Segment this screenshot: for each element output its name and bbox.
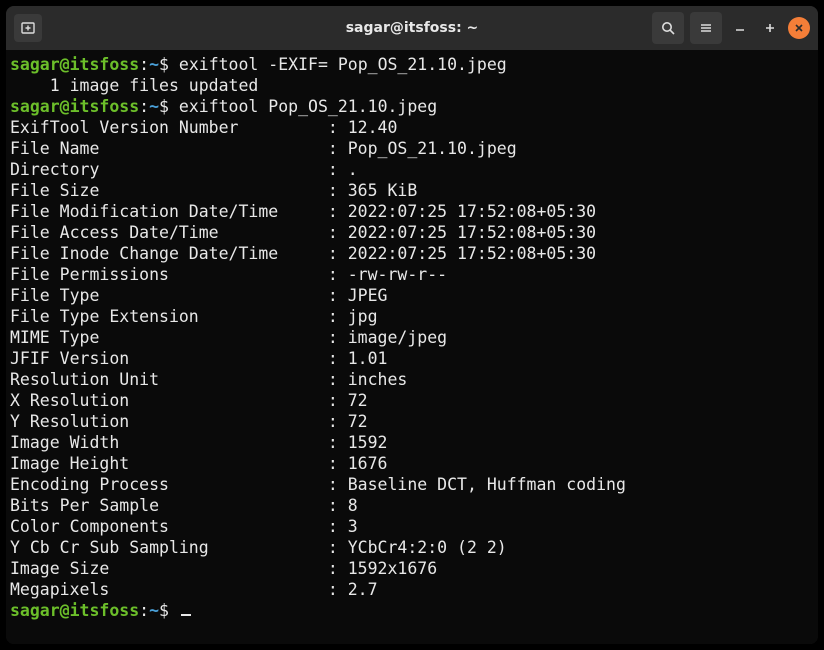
command-2: exiftool Pop_OS_21.10.jpeg (179, 97, 437, 116)
right-controls (652, 12, 810, 44)
prompt-colon: : (139, 97, 149, 116)
exif-field-line: Y Resolution : 72 (10, 411, 814, 432)
maximize-button[interactable] (758, 16, 782, 40)
search-icon (660, 20, 676, 36)
exif-field-line: File Type : JPEG (10, 285, 814, 306)
exif-output: ExifTool Version Number : 12.40File Name… (10, 117, 814, 600)
command-1-output: 1 image files updated (10, 75, 814, 96)
exif-field-line: File Modification Date/Time : 2022:07:25… (10, 201, 814, 222)
exif-field-line: Image Size : 1592x1676 (10, 558, 814, 579)
exif-field-line: Color Components : 3 (10, 516, 814, 537)
prompt-user: sagar@itsfoss (10, 97, 139, 116)
exif-field-line: JFIF Version : 1.01 (10, 348, 814, 369)
prompt-dollar: $ (159, 601, 179, 620)
search-button[interactable] (652, 12, 684, 44)
exif-field-line: Image Width : 1592 (10, 432, 814, 453)
exif-field-line: File Inode Change Date/Time : 2022:07:25… (10, 243, 814, 264)
exif-field-line: Directory : . (10, 159, 814, 180)
new-tab-icon (20, 20, 36, 36)
prompt-dollar: $ (159, 97, 179, 116)
exif-field-line: Bits Per Sample : 8 (10, 495, 814, 516)
command-1: exiftool -EXIF= Pop_OS_21.10.jpeg (179, 55, 507, 74)
exif-field-line: File Permissions : -rw-rw-r-- (10, 264, 814, 285)
close-button[interactable] (788, 17, 810, 39)
exif-field-line: File Type Extension : jpg (10, 306, 814, 327)
exif-field-line: Y Cb Cr Sub Sampling : YCbCr4:2:0 (2 2) (10, 537, 814, 558)
prompt-line-3: sagar@itsfoss:~$ (10, 600, 814, 621)
prompt-colon: : (139, 55, 149, 74)
prompt-path: ~ (149, 97, 159, 116)
maximize-icon (764, 22, 776, 34)
prompt-line-1: sagar@itsfoss:~$ exiftool -EXIF= Pop_OS_… (10, 54, 814, 75)
cursor (181, 614, 191, 616)
close-icon (794, 23, 804, 33)
terminal-window: sagar@itsfoss: ~ sagar@itsfoss:~$ exifto… (6, 6, 818, 644)
exif-field-line: Resolution Unit : inches (10, 369, 814, 390)
menu-button[interactable] (690, 12, 722, 44)
prompt-path: ~ (149, 601, 159, 620)
exif-field-line: Megapixels : 2.7 (10, 579, 814, 600)
exif-field-line: Image Height : 1676 (10, 453, 814, 474)
prompt-user: sagar@itsfoss (10, 601, 139, 620)
exif-field-line: X Resolution : 72 (10, 390, 814, 411)
exif-field-line: File Size : 365 KiB (10, 180, 814, 201)
prompt-line-2: sagar@itsfoss:~$ exiftool Pop_OS_21.10.j… (10, 96, 814, 117)
exif-field-line: MIME Type : image/jpeg (10, 327, 814, 348)
terminal-body[interactable]: sagar@itsfoss:~$ exiftool -EXIF= Pop_OS_… (6, 50, 818, 644)
prompt-user: sagar@itsfoss (10, 55, 139, 74)
hamburger-icon (698, 20, 714, 36)
exif-field-line: ExifTool Version Number : 12.40 (10, 117, 814, 138)
minimize-icon (734, 22, 746, 34)
exif-field-line: File Name : Pop_OS_21.10.jpeg (10, 138, 814, 159)
exif-field-line: File Access Date/Time : 2022:07:25 17:52… (10, 222, 814, 243)
new-tab-button[interactable] (14, 14, 42, 42)
prompt-path: ~ (149, 55, 159, 74)
titlebar: sagar@itsfoss: ~ (6, 6, 818, 50)
prompt-colon: : (139, 601, 149, 620)
exif-field-line: Encoding Process : Baseline DCT, Huffman… (10, 474, 814, 495)
prompt-dollar: $ (159, 55, 179, 74)
minimize-button[interactable] (728, 16, 752, 40)
